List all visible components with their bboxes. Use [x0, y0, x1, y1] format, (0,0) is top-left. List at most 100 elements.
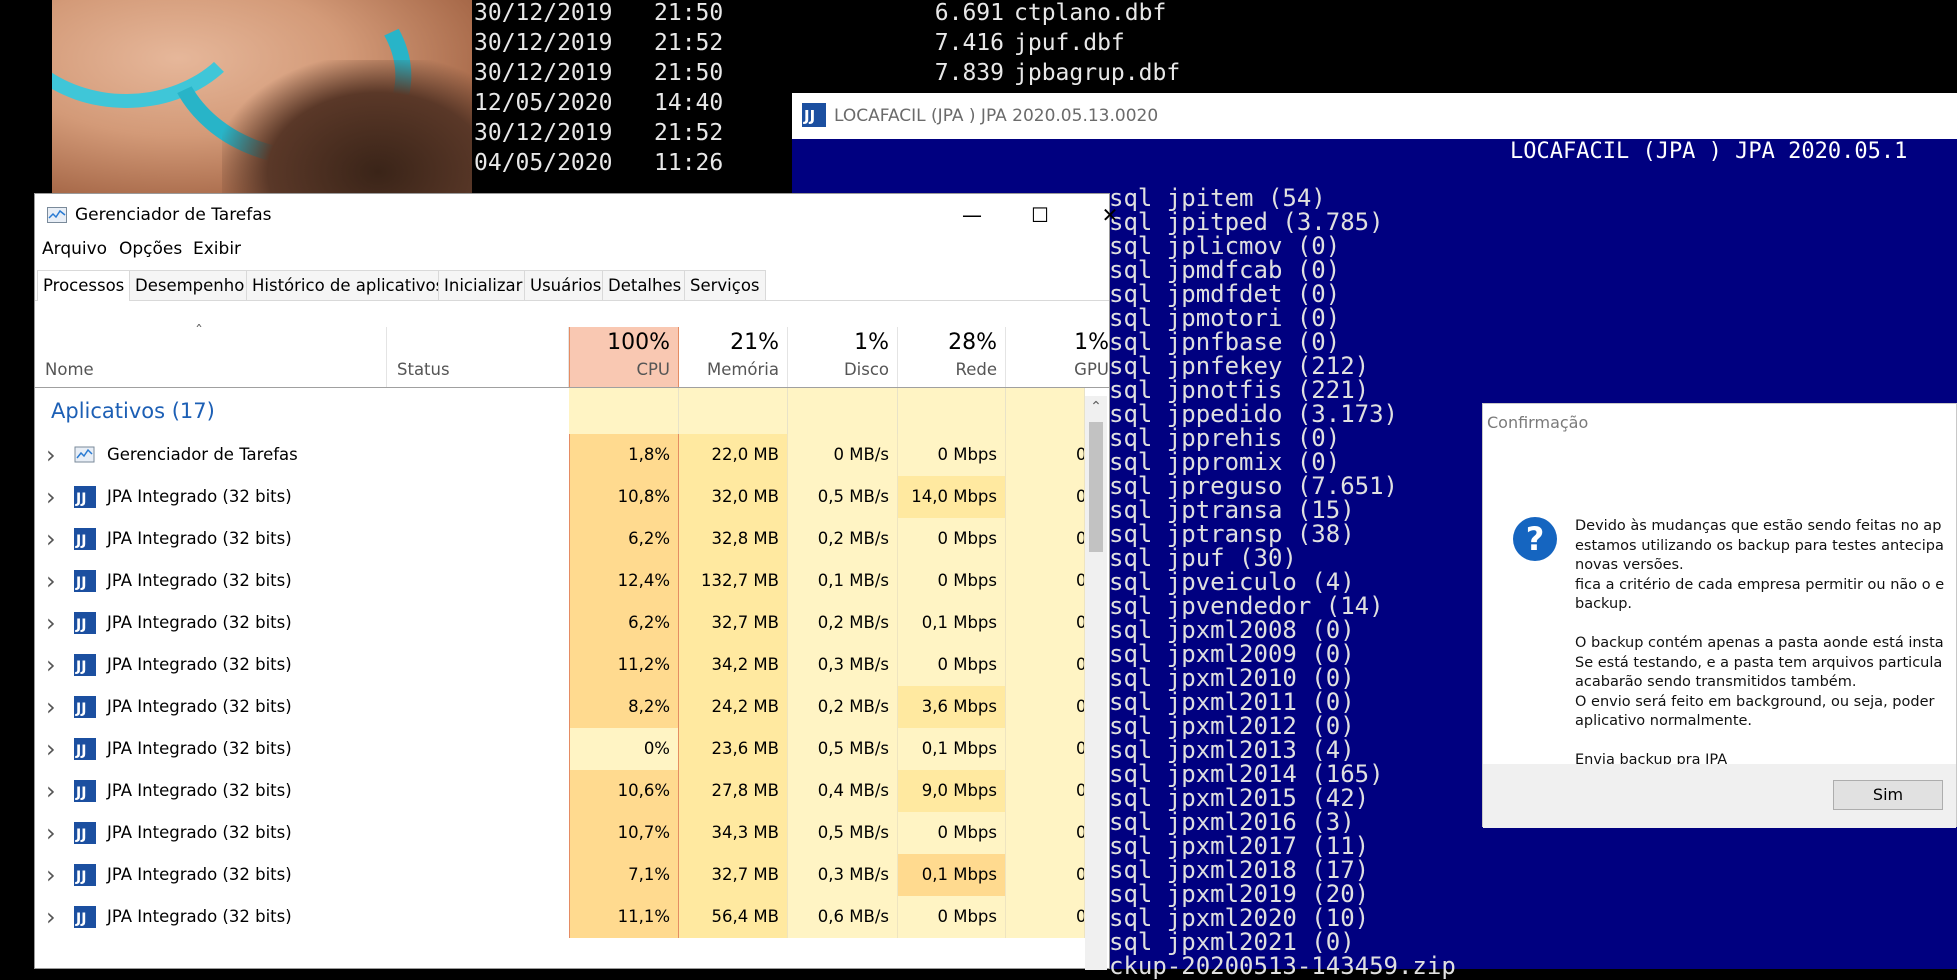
process-net: 0 Mbps [898, 560, 1006, 602]
group-header-row[interactable]: Aplicativos (17) [35, 388, 1085, 434]
column-cpu[interactable]: 100% CPU [569, 327, 679, 387]
process-name: JPA Integrado (32 bits) [107, 781, 292, 800]
process-mem: 132,7 MB [679, 560, 788, 602]
task-manager-title-bar[interactable]: Gerenciador de Tarefas — ☐ ✕ [35, 194, 1118, 236]
jpa-icon: JJ [74, 570, 96, 592]
process-name: JPA Integrado (32 bits) [107, 739, 292, 758]
process-disk: 0,2 MB/s [788, 518, 898, 560]
chevron-right-icon[interactable]: › [46, 602, 56, 644]
vertical-scrollbar[interactable]: ⌃ [1085, 396, 1107, 970]
column-network[interactable]: 28% Rede [898, 327, 1006, 387]
chevron-right-icon[interactable]: › [46, 728, 56, 770]
process-row[interactable]: › JJ JPA Integrado (32 bits) 12,4% 132,7 MB 0… [35, 560, 1085, 602]
column-disk[interactable]: 1% Disco [788, 327, 898, 387]
tab-desempenho[interactable]: Desempenho [129, 270, 251, 300]
jpa-header-bar: LOCAFACIL (JPA ) JPA 2020.05.1 [792, 139, 1957, 165]
jpa-icon: JJ [74, 864, 96, 886]
process-row[interactable]: › JJ JPA Integrado (32 bits) 8,2% 24,2 MB 0,2… [35, 686, 1085, 728]
column-memory[interactable]: 21% Memória [679, 327, 788, 387]
process-mem: 32,7 MB [679, 854, 788, 896]
process-mem: 32,7 MB [679, 602, 788, 644]
scroll-up-icon[interactable]: ⌃ [1085, 396, 1107, 418]
column-name-label: Nome [45, 360, 94, 379]
tab-historico[interactable]: Histórico de aplicativos [246, 270, 451, 300]
process-row[interactable]: › JJ JPA Integrado (32 bits) 10,6% 27,8 MB 0,… [35, 770, 1085, 812]
process-row[interactable]: › JJ JPA Integrado (32 bits) 7,1% 32,7 MB 0,3… [35, 854, 1085, 896]
chevron-right-icon[interactable]: › [46, 686, 56, 728]
process-row[interactable]: › Gerenciador de Tarefas 1,8% 22,0 MB 0 MB/s… [35, 434, 1085, 476]
chevron-right-icon[interactable]: › [46, 854, 56, 896]
chevron-right-icon[interactable]: › [46, 644, 56, 686]
process-cpu: 10,7% [569, 812, 679, 854]
process-cpu: 12,4% [569, 560, 679, 602]
process-name: JPA Integrado (32 bits) [107, 529, 292, 548]
yes-button[interactable]: Sim [1833, 780, 1943, 810]
process-disk: 0,2 MB/s [788, 602, 898, 644]
dos-time: 21:52 [654, 30, 724, 56]
jpa-icon: JJ [74, 822, 96, 844]
jpa-title-bar[interactable]: JJ LOCAFACIL (JPA ) JPA 2020.05.13.0020 [792, 93, 1957, 139]
process-row[interactable]: › JJ JPA Integrado (32 bits) 10,7% 34,3 MB 0,… [35, 812, 1085, 854]
svg-text:JJ: JJ [75, 785, 86, 801]
chevron-right-icon[interactable]: › [46, 896, 56, 938]
jpa-log-line: sql jpxml2017 (11) [1109, 832, 1370, 860]
tab-servicos[interactable]: Serviços [684, 270, 766, 300]
menu-opcoes[interactable]: Opções [119, 239, 182, 259]
process-gpu: 0 [1006, 728, 1085, 770]
jpa-title-text: LOCAFACIL (JPA ) JPA 2020.05.13.0020 [834, 106, 1159, 126]
process-mem: 32,8 MB [679, 518, 788, 560]
process-row[interactable]: › JJ JPA Integrado (32 bits) 6,2% 32,7 MB 0,2… [35, 602, 1085, 644]
process-row[interactable]: › JJ JPA Integrado (32 bits) 10,8% 32,0 MB 0,… [35, 476, 1085, 518]
process-name: JPA Integrado (32 bits) [107, 865, 292, 884]
task-manager-window[interactable]: Gerenciador de Tarefas — ☐ ✕ Arquivo Opç… [34, 193, 1118, 970]
menu-arquivo[interactable]: Arquivo [42, 239, 107, 259]
svg-text:JJ: JJ [75, 533, 86, 549]
chevron-right-icon[interactable]: › [46, 476, 56, 518]
process-row[interactable]: › JJ JPA Integrado (32 bits) 0% 23,6 MB 0,5 M… [35, 728, 1085, 770]
confirm-message-line [1575, 615, 1955, 635]
process-name: JPA Integrado (32 bits) [107, 697, 292, 716]
dos-time: 21:50 [654, 0, 724, 26]
chevron-right-icon[interactable]: › [46, 770, 56, 812]
group-cell [788, 388, 898, 434]
scrollbar-thumb[interactable] [1089, 422, 1103, 552]
column-status[interactable]: Status [387, 327, 569, 387]
process-row[interactable]: › JJ JPA Integrado (32 bits) 11,2% 34,2 MB 0,… [35, 644, 1085, 686]
chevron-right-icon[interactable]: › [46, 434, 56, 476]
chevron-right-icon[interactable]: › [46, 812, 56, 854]
process-cpu: 0% [569, 728, 679, 770]
jpa-log-line: sql jpitped (3.785) [1109, 208, 1384, 236]
process-net: 0 Mbps [898, 518, 1006, 560]
column-gpu[interactable]: 1% GPU [1006, 327, 1109, 387]
confirm-message-line [1575, 732, 1955, 752]
process-gpu: 0 [1006, 812, 1085, 854]
process-row[interactable]: › JJ JPA Integrado (32 bits) 11,1% 56,4 MB 0,… [35, 896, 1085, 938]
tab-processos[interactable]: Processos [37, 270, 131, 301]
jpa-icon: JJ [74, 528, 96, 550]
chevron-right-icon[interactable]: › [46, 518, 56, 560]
chevron-right-icon[interactable]: › [46, 560, 56, 602]
column-name[interactable]: ˆ Nome [35, 322, 387, 387]
dos-listing-line: 30/12/2019 21:50 7.839 jpbagrup.dbf [474, 58, 1474, 88]
process-net: 0,1 Mbps [898, 854, 1006, 896]
maximize-button[interactable]: ☐ [1005, 194, 1075, 236]
process-row[interactable]: › JJ JPA Integrado (32 bits) 6,2% 32,8 MB 0,2… [35, 518, 1085, 560]
process-name: JPA Integrado (32 bits) [107, 487, 292, 506]
confirm-dialog[interactable]: Confirmação ? Devido às mudanças que est… [1482, 403, 1957, 828]
process-mem: 22,0 MB [679, 434, 788, 476]
minimize-button[interactable]: — [937, 194, 1007, 236]
jpa-log-line: sql jpnotfis (221) [1109, 376, 1370, 404]
jpa-icon: JJ [74, 738, 96, 760]
group-label: Aplicativos (17) [51, 399, 215, 423]
process-disk: 0,2 MB/s [788, 686, 898, 728]
dos-filename: jpuf.dbf [1014, 30, 1125, 56]
tab-detalhes[interactable]: Detalhes [602, 270, 688, 300]
column-disk-label: Disco [843, 360, 889, 379]
confirm-message-line: acabarão sendo transmitidos também. [1575, 674, 1857, 690]
close-button[interactable]: ✕ [1075, 194, 1145, 236]
jpa-header-text: LOCAFACIL (JPA ) JPA 2020.05.1 [1510, 139, 1908, 164]
process-disk: 0,5 MB/s [788, 728, 898, 770]
tab-usuarios[interactable]: Usuários [524, 270, 608, 300]
menu-exibir[interactable]: Exibir [193, 239, 241, 259]
tab-inicializar[interactable]: Inicializar [438, 270, 529, 300]
